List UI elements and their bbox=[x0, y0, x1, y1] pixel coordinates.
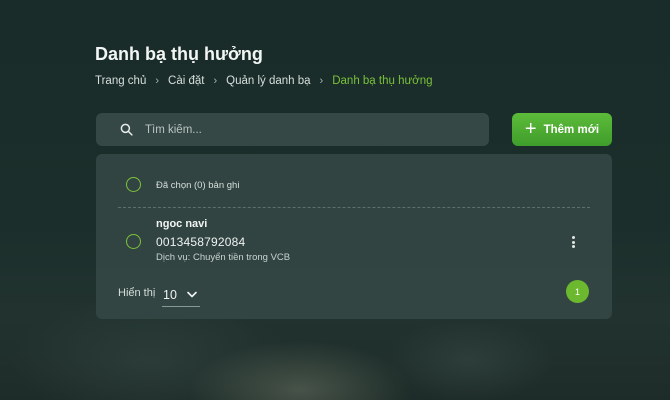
add-new-label: Thêm mới bbox=[543, 123, 600, 136]
row-select-radio[interactable] bbox=[126, 234, 141, 249]
add-new-button[interactable]: + Thêm mới bbox=[512, 113, 612, 146]
breadcrumb-item-settings[interactable]: Cài đặt bbox=[168, 75, 204, 87]
breadcrumb-separator: › bbox=[155, 75, 160, 87]
more-options-button[interactable] bbox=[566, 234, 580, 250]
selected-count-label: Đã chọn (0) bản ghi bbox=[156, 180, 240, 191]
search-input[interactable] bbox=[145, 123, 445, 136]
plus-icon: + bbox=[524, 117, 537, 140]
search-icon bbox=[120, 123, 133, 136]
breadcrumb-separator: › bbox=[319, 75, 324, 87]
more-vertical-icon bbox=[571, 236, 575, 239]
pagination-page-1[interactable]: 1 bbox=[566, 280, 589, 303]
breadcrumb-item-contact-management[interactable]: Quản lý danh bạ bbox=[226, 75, 310, 87]
contact-account-number: 0013458792084 bbox=[156, 235, 246, 249]
page-size-select[interactable]: 10 bbox=[162, 283, 200, 307]
breadcrumb-item-current: Danh bạ thụ hưởng bbox=[332, 75, 433, 87]
page-title: Danh bạ thụ hưởng bbox=[95, 44, 263, 64]
breadcrumb-separator: › bbox=[213, 75, 218, 87]
breadcrumb-item-home[interactable]: Trang chủ bbox=[95, 75, 146, 87]
search-box[interactable] bbox=[96, 113, 489, 146]
contact-name: ngoc navi bbox=[156, 218, 208, 230]
page-size-label: Hiển thị bbox=[118, 287, 156, 299]
select-all-radio[interactable] bbox=[126, 177, 141, 192]
divider bbox=[118, 207, 590, 208]
breadcrumb: Trang chủ › Cài đặt › Quản lý danh bạ › … bbox=[95, 75, 433, 87]
contact-list-panel: Đã chọn (0) bản ghi ngoc navi 0013458792… bbox=[96, 154, 612, 319]
page-size-value: 10 bbox=[163, 287, 177, 302]
chevron-down-icon bbox=[187, 291, 197, 298]
contact-service: Dịch vụ: Chuyển tiền trong VCB bbox=[156, 252, 291, 263]
